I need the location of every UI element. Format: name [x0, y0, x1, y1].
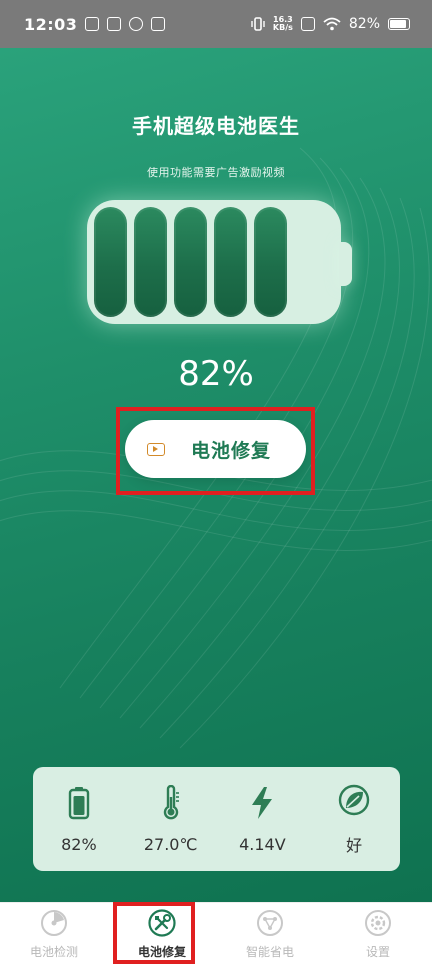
repair-tools-icon	[148, 909, 176, 937]
leaf-icon	[336, 782, 372, 818]
stat-health-value: 好	[346, 836, 363, 855]
status-time: 12:03	[24, 14, 78, 34]
battery-repair-button[interactable]: 电池修复	[125, 420, 306, 478]
battery-tip	[339, 242, 352, 286]
battery-cell	[254, 207, 287, 317]
tab-battery-check[interactable]: 电池检测	[0, 903, 108, 964]
video-icon	[147, 442, 165, 456]
stat-battery: 82%	[39, 785, 119, 854]
stat-temperature-value: 27.0℃	[143, 834, 198, 854]
gear-icon	[365, 910, 391, 936]
thermometer-icon	[153, 784, 189, 821]
tab-smart-save-label: 智能省电	[245, 945, 294, 959]
tab-settings-label: 设置	[365, 945, 390, 959]
bottom-tab-bar: 电池检测 电池修复 智能省电 设置	[0, 902, 432, 964]
stat-voltage: 4.14V	[222, 785, 302, 854]
wifi-icon	[323, 17, 341, 31]
app-title: 手机超级电池医生	[132, 114, 300, 138]
battery-cell	[174, 207, 207, 317]
stat-health: 好	[314, 782, 394, 856]
status-battery-icon	[388, 18, 410, 30]
notification-icon	[107, 17, 122, 31]
battery-cell	[134, 207, 167, 317]
bluetooth-icon	[151, 17, 166, 31]
tab-battery-repair[interactable]: 电池修复	[108, 903, 216, 964]
battery-check-icon	[41, 910, 67, 936]
status-bar: 12:03 16.3 KB/s 82%	[0, 0, 432, 48]
mail-icon	[85, 17, 100, 31]
tab-smart-save[interactable]: 智能省电	[216, 903, 324, 964]
battery-repair-label: 电池修复	[191, 440, 272, 462]
stat-voltage-value: 4.14V	[239, 834, 286, 854]
smart-save-icon	[257, 910, 283, 936]
battery-cell	[94, 207, 127, 317]
stats-card: 82% 27.0℃ 4.14V 好	[33, 767, 400, 871]
lightning-icon	[244, 785, 280, 821]
tab-battery-check-label: 电池检测	[29, 945, 78, 959]
status-battery-percent: 82%	[348, 16, 380, 32]
battery-percent: 82%	[178, 354, 254, 394]
stat-temperature: 27.0℃	[131, 784, 211, 854]
stat-battery-value: 82%	[61, 834, 97, 854]
battery-icon	[61, 785, 97, 821]
app-notification-icon	[129, 17, 144, 31]
sim-icon	[300, 17, 315, 31]
app-subtitle: 使用功能需要广告激励视频	[147, 166, 285, 179]
battery-graphic	[87, 200, 341, 324]
tab-settings[interactable]: 设置	[324, 903, 432, 964]
status-right: 16.3 KB/s 82%	[251, 16, 410, 32]
net-speed: 16.3 KB/s	[273, 16, 293, 32]
vibrate-icon	[251, 17, 265, 31]
tab-battery-repair-label: 电池修复	[137, 945, 186, 959]
status-left: 12:03	[24, 14, 166, 34]
battery-cell	[214, 207, 247, 317]
net-speed-unit: KB/s	[272, 23, 293, 32]
